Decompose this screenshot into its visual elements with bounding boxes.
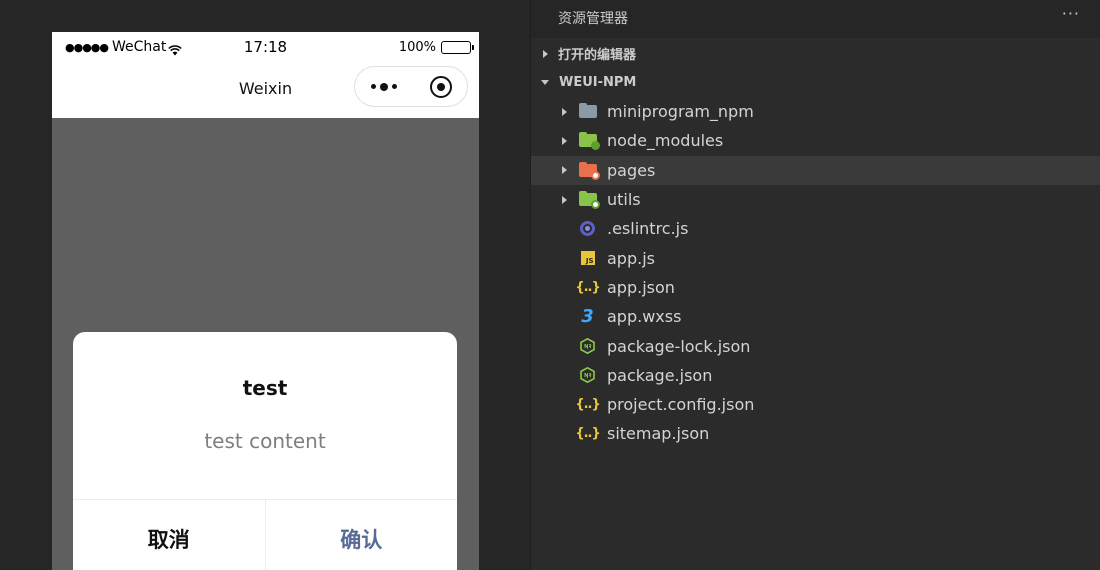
modal-dialog: test test content 取消 确认 xyxy=(73,332,457,570)
cancel-button[interactable]: 取消 xyxy=(73,500,266,570)
phone-simulator: ●●●●● WeChat 17:18 100% Weixin test test… xyxy=(52,32,479,570)
tree-item-pages[interactable]: pages xyxy=(531,155,1100,185)
explorer-header: 资源管理器 ··· xyxy=(531,0,1100,38)
tree-item-label: app.js xyxy=(607,248,655,268)
json-file-icon: {..} xyxy=(575,279,600,295)
json-file-icon: {..} xyxy=(575,397,600,413)
battery-percent: 100% xyxy=(398,40,436,55)
phone-top-area: ●●●●● WeChat 17:18 100% Weixin xyxy=(52,32,479,118)
chevron-right-icon[interactable] xyxy=(562,195,567,204)
tree-item-miniprogram-npm[interactable]: miniprogram_npm xyxy=(531,97,1100,126)
open-editors-section[interactable]: 打开的编辑器 xyxy=(531,39,1100,68)
nodejs-file-icon xyxy=(578,367,597,384)
folder-gray-icon xyxy=(578,103,597,120)
more-menu-icon[interactable] xyxy=(355,67,412,106)
battery-icon xyxy=(441,41,474,54)
chevron-right-icon[interactable] xyxy=(562,107,567,116)
tree-item-label: sitemap.json xyxy=(607,424,710,444)
tree-item-label: app.wxss xyxy=(607,307,682,327)
tree-item-eslintrc[interactable]: .eslintrc.js xyxy=(531,214,1100,243)
chevron-right-icon xyxy=(543,49,548,58)
project-label: WEUI-NPM xyxy=(559,75,637,90)
tree-item-node-modules[interactable]: node_modules xyxy=(531,126,1100,155)
project-section[interactable]: WEUI-NPM xyxy=(531,68,1100,97)
confirm-button[interactable]: 确认 xyxy=(266,500,458,570)
folder-node-icon xyxy=(578,132,600,151)
more-actions-icon[interactable]: ··· xyxy=(1062,4,1080,23)
json-file-icon: {..} xyxy=(575,426,600,442)
css-file-icon: 3 xyxy=(581,305,594,327)
nodejs-file-icon xyxy=(578,338,597,355)
tree-item-label: node_modules xyxy=(607,131,724,151)
dialog-footer: 取消 确认 xyxy=(73,499,457,570)
js-file-icon: JS xyxy=(578,250,597,266)
tree-item-label: app.json xyxy=(607,277,675,297)
nav-bar: Weixin xyxy=(52,62,479,118)
tree-item-project-config-json[interactable]: {..} project.config.json xyxy=(531,390,1100,419)
folder-utils-icon xyxy=(578,191,600,210)
explorer-panel: 资源管理器 ··· 打开的编辑器 WEUI-NPM miniprogram_np… xyxy=(530,0,1100,570)
tree-item-label: .eslintrc.js xyxy=(607,219,689,239)
tree-item-app-wxss[interactable]: 3 app.wxss xyxy=(531,302,1100,331)
tree-item-app-json[interactable]: {..} app.json xyxy=(531,273,1100,302)
tree-item-sitemap-json[interactable]: {..} sitemap.json xyxy=(531,419,1100,448)
chevron-down-icon xyxy=(541,80,549,85)
chevron-right-icon[interactable] xyxy=(562,136,567,145)
tree-item-app-js[interactable]: JS app.js xyxy=(531,243,1100,272)
tree-item-label: package-lock.json xyxy=(607,336,751,356)
capsule-button xyxy=(354,66,468,107)
dialog-content: test content xyxy=(204,429,326,453)
tree-item-package-json[interactable]: package.json xyxy=(531,361,1100,390)
tree-item-label: miniprogram_npm xyxy=(607,102,754,122)
tree-item-label: package.json xyxy=(607,365,713,385)
tree-item-utils[interactable]: utils xyxy=(531,185,1100,214)
devtools-window: ●●●●● WeChat 17:18 100% Weixin test test… xyxy=(0,0,1100,570)
explorer-title: 资源管理器 xyxy=(558,11,628,27)
close-miniprogram-icon[interactable] xyxy=(412,67,469,106)
tree-item-label: project.config.json xyxy=(607,395,755,415)
tree-item-label: utils xyxy=(607,190,641,210)
chevron-right-icon[interactable] xyxy=(562,166,567,175)
tree-item-label: pages xyxy=(607,160,656,180)
status-right: 100% xyxy=(398,40,474,55)
tree-item-package-lock-json[interactable]: package-lock.json xyxy=(531,331,1100,360)
folder-pages-icon xyxy=(578,161,600,180)
eslint-icon xyxy=(578,221,597,237)
open-editors-label: 打开的编辑器 xyxy=(558,48,637,63)
status-bar: ●●●●● WeChat 17:18 100% xyxy=(52,32,479,62)
dialog-title: test xyxy=(242,376,288,400)
file-tree: miniprogram_npm node_modules pages utils… xyxy=(531,97,1100,449)
